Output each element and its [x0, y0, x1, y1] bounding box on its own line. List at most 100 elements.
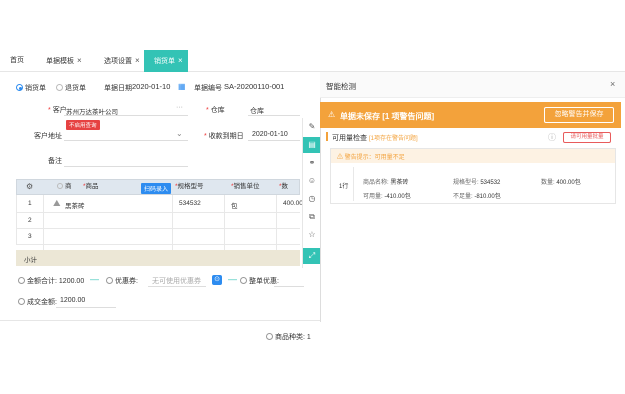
- section-title: 可用量检查 [1项存在警告问题]: [332, 133, 418, 143]
- table-header: ⚙ 商 *商品 扫码录入 *规格型号 *销售单位 *数: [16, 179, 300, 195]
- info-icon: [240, 277, 247, 284]
- col-product-label: 商品: [85, 183, 99, 190]
- avail-value: -410.00包: [384, 194, 411, 200]
- edit-icon[interactable]: ✎: [307, 122, 317, 132]
- tab-bar: 首页 单据模板 × 选项设置 × 销货单 ×: [0, 50, 625, 72]
- coupon-icon[interactable]: ⊙: [212, 275, 222, 285]
- date-label: 单据日期: [104, 85, 132, 92]
- row-spec: 534532: [179, 200, 201, 207]
- deal-value[interactable]: 1200.00: [60, 297, 85, 304]
- col-flag-header: 商: [57, 180, 72, 194]
- document-icon[interactable]: ▤: [303, 137, 321, 153]
- alert-text: ⚠ 警告提示：可用量不足: [337, 152, 405, 161]
- ignore-save-button[interactable]: 忽略警告并保存: [544, 107, 614, 123]
- calendar-icon[interactable]: ▦: [178, 82, 186, 91]
- info-icon: [18, 298, 25, 305]
- star-icon[interactable]: ☆: [307, 230, 317, 240]
- date-value[interactable]: 2020-01-10: [132, 82, 170, 91]
- qty-label: 数量:: [541, 180, 555, 186]
- qty-field: 数量: 400.00包: [541, 177, 581, 186]
- warehouse-label: * 仓库: [206, 107, 225, 114]
- total-label: 金额合计:: [27, 278, 57, 285]
- spec-label: 规格型号:: [453, 180, 479, 186]
- due-value[interactable]: 2020-01-10: [252, 131, 288, 138]
- clock-icon[interactable]: ◷: [307, 194, 317, 204]
- coupon-input[interactable]: 无可使用优惠券: [152, 276, 201, 286]
- customer-label: * 客户: [48, 107, 67, 114]
- docno-value: SA-20200110-001: [224, 82, 285, 91]
- panel-header: 智能检测 ×: [320, 72, 625, 98]
- promo-input[interactable]: [274, 286, 304, 287]
- expand-icon[interactable]: ⤢: [303, 248, 321, 264]
- link-icon[interactable]: ⚭: [307, 158, 317, 168]
- info-icon: [106, 277, 113, 284]
- spec-field: 规格型号: 534532: [453, 177, 500, 186]
- deal-amount: 成交金额:: [18, 297, 57, 307]
- tab-home[interactable]: 首页: [0, 50, 36, 72]
- due-underline: [248, 140, 300, 141]
- subtotal-row: 小计: [16, 250, 300, 266]
- row-qty[interactable]: 400.00: [283, 200, 303, 207]
- remark-input[interactable]: [64, 166, 188, 167]
- alert-text-value: 警告提示：可用量不足: [344, 155, 405, 161]
- radio-label: 退货单: [65, 85, 86, 92]
- coupon: 优惠券:: [106, 276, 138, 286]
- row-number: 1: [28, 200, 32, 207]
- select-all-icon[interactable]: [57, 183, 63, 189]
- row-product[interactable]: 黑茶砖: [65, 200, 85, 210]
- short-value: -810.00包: [474, 194, 501, 200]
- row-number: 2: [28, 217, 32, 224]
- scan-button[interactable]: 扫码录入: [141, 183, 172, 194]
- short-label: 不足量:: [453, 194, 473, 200]
- tab-label: 选项设置: [104, 58, 132, 65]
- chevron-down-icon[interactable]: ⌄: [176, 129, 183, 138]
- tab-sales-order[interactable]: 销货单 ×: [144, 50, 188, 72]
- copy-icon[interactable]: ⧉: [307, 212, 317, 222]
- radio-sales[interactable]: 销货单: [16, 83, 46, 93]
- dash-icon: —: [90, 274, 99, 284]
- close-icon[interactable]: ×: [178, 56, 183, 65]
- col-spec-header: *规格型号: [175, 183, 204, 190]
- alert-strip: ⚠ 警告提示：可用量不足: [331, 149, 615, 163]
- close-icon[interactable]: ×: [135, 56, 140, 65]
- row-number: 3: [28, 233, 32, 240]
- divider: [43, 195, 44, 250]
- tab-templates[interactable]: 单据模板 ×: [36, 50, 94, 72]
- col-unit-label: 销售单位: [233, 183, 260, 190]
- chat-icon[interactable]: ☺: [307, 176, 317, 186]
- address-underline[interactable]: [64, 140, 188, 141]
- customer-underline: [64, 115, 188, 116]
- due-label: * 收款到期日: [204, 133, 244, 140]
- table-row[interactable]: 3: [16, 229, 300, 245]
- col-qty-header: *数: [279, 183, 289, 190]
- row-unit[interactable]: 包: [231, 200, 238, 210]
- tab-label: 销货单: [154, 58, 175, 65]
- docno-label: 单据编号: [194, 85, 222, 92]
- warning-bar: ⚠ 单据未保存 [1 项警告问题] 忽略警告并保存: [320, 102, 621, 128]
- name-label: 商品名称:: [363, 180, 389, 186]
- issue-card: ⚠ 警告提示：可用量不足 1行 商品名称: 黑茶砖 规格型号: 534532 数…: [330, 148, 616, 204]
- info-icon: [266, 333, 273, 340]
- coupon-underline: [148, 286, 206, 287]
- table-row[interactable]: 1 ⛰ 黑茶砖 534532 包 400.00: [16, 195, 303, 213]
- row-index: 1行: [339, 184, 349, 190]
- close-icon[interactable]: ×: [77, 56, 82, 65]
- tab-label: 单据模板: [46, 58, 74, 65]
- dash-icon: —: [228, 274, 237, 284]
- promo-label: 整单优惠:: [249, 278, 279, 285]
- warehouse-underline: [248, 115, 300, 116]
- more-icon[interactable]: ···: [176, 104, 183, 111]
- product-count: 商品种类: 1: [266, 332, 311, 342]
- close-icon[interactable]: ×: [610, 79, 615, 89]
- tab-options[interactable]: 选项设置 ×: [94, 50, 144, 72]
- radio-return[interactable]: 退货单: [56, 83, 86, 93]
- radio-label: 销货单: [25, 85, 46, 92]
- help-icon[interactable]: ⓘ: [548, 132, 556, 143]
- settings-icon[interactable]: ⚙: [26, 180, 33, 194]
- col-unit-header: *销售单位: [231, 183, 260, 190]
- batch-button[interactable]: 请可用量批量: [563, 132, 611, 143]
- app-root: 首页 单据模板 × 选项设置 × 销货单 × 销货单 退货单 单据日期 2020-01…: [0, 0, 625, 394]
- section-marker: [326, 132, 328, 141]
- table-row[interactable]: 2: [16, 213, 300, 229]
- divider: [172, 195, 173, 250]
